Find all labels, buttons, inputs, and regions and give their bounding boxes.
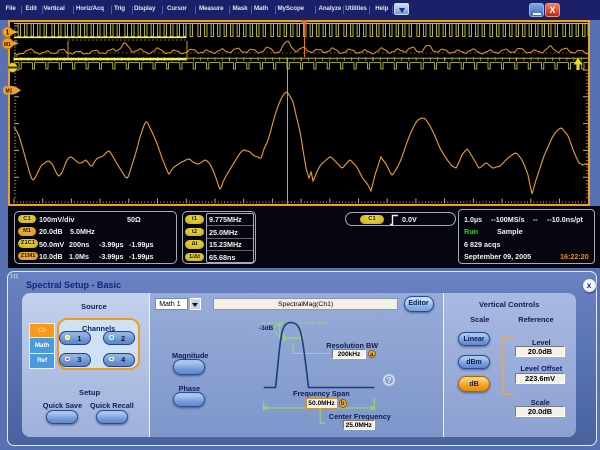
svg-text:1: 1 bbox=[6, 30, 10, 37]
svg-text:M1: M1 bbox=[6, 88, 13, 94]
svg-text:M1: M1 bbox=[4, 42, 11, 48]
